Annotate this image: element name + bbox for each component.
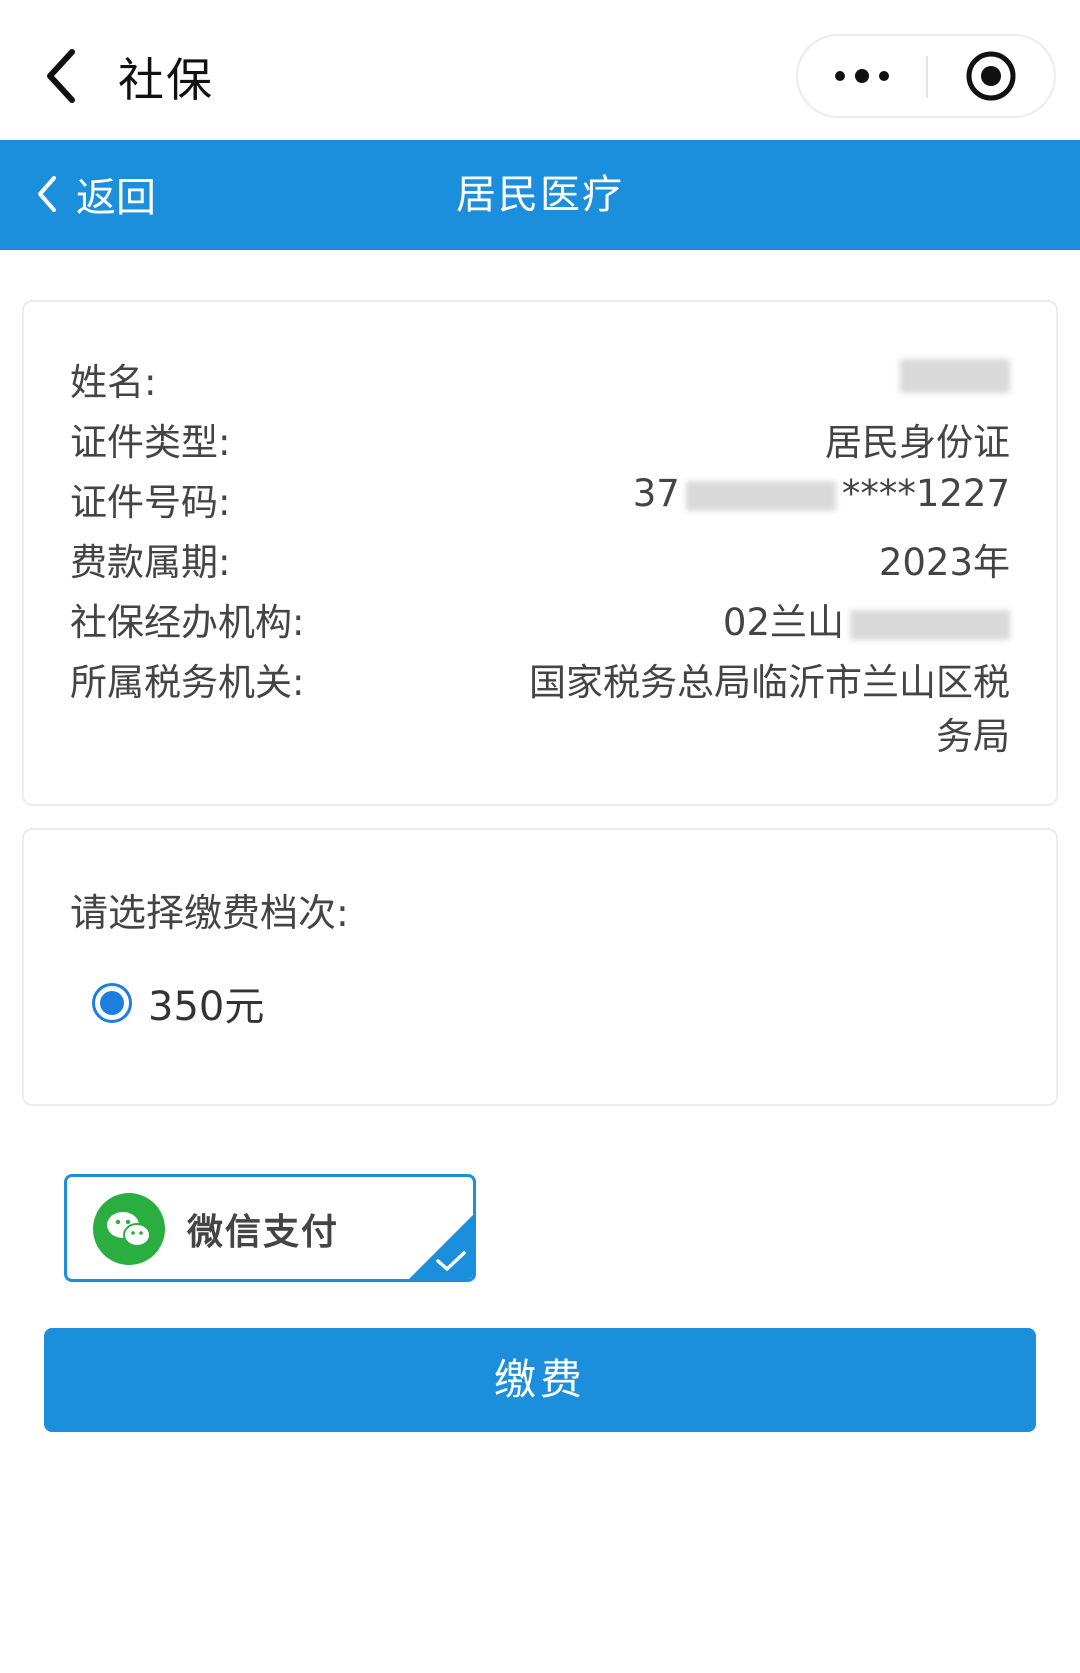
period-label: 费款属期: [70, 541, 231, 584]
id-type-label: 证件类型: [70, 421, 231, 464]
info-row-id-type: 证件类型: 居民身份证 [70, 412, 1010, 466]
back-button[interactable]: 返回 [34, 164, 156, 224]
name-label: 姓名: [70, 361, 157, 404]
chevron-left-icon [38, 176, 56, 212]
pay-method-label: 微信支付 [187, 1212, 340, 1253]
agency-value: 02兰山 [723, 592, 1010, 646]
radio-button[interactable] [92, 983, 132, 1023]
payment-tier-card: 请选择缴费档次: 350元 [22, 828, 1058, 1106]
navbar: 居民医疗 返回 [0, 140, 1080, 250]
info-row-agency: 社保经办机构: 02兰山 [70, 592, 1010, 646]
pay-button[interactable]: 缴费 [44, 1328, 1036, 1432]
page-title: 居民医疗 [456, 172, 624, 218]
tier-option-label: 350元 [148, 984, 265, 1030]
info-row-tax-office: 所属税务机关: 国家税务总局临沂市兰山区税 务局 [70, 652, 1010, 760]
agency-label: 社保经办机构: [70, 601, 305, 644]
capsule-menu [796, 34, 1056, 118]
name-value [900, 352, 1010, 406]
tier-option-350[interactable]: 350元 [92, 974, 264, 1032]
app-title: 社保 [118, 53, 214, 107]
tier-title: 请选择缴费档次: [70, 891, 349, 935]
info-row-name: 姓名: [70, 352, 1010, 406]
mini-program-topbar: 社保 [0, 0, 1080, 140]
wechat-pay-option[interactable]: 微信支付 [64, 1174, 476, 1282]
chevron-left-icon[interactable] [40, 46, 84, 106]
check-icon [436, 1251, 466, 1271]
back-label: 返回 [76, 175, 156, 221]
wechat-icon [93, 1193, 165, 1265]
info-row-id-number: 证件号码: 37 ****1227 [70, 472, 1010, 526]
tax-office-value: 国家税务总局临沂市兰山区税 务局 [529, 661, 1010, 758]
id-number-value: 37 ****1227 [632, 472, 1010, 515]
id-number-label: 证件号码: [70, 481, 231, 524]
radio-selected-dot [100, 991, 124, 1015]
id-type-value: 居民身份证 [825, 421, 1010, 464]
info-row-period: 费款属期: 2023年 [70, 532, 1010, 586]
more-dots-icon[interactable] [798, 36, 926, 116]
period-value: 2023年 [878, 541, 1010, 584]
tax-office-label: 所属税务机关: [70, 661, 305, 704]
target-circle-icon[interactable] [928, 36, 1054, 116]
insured-info-card: 姓名: 证件类型: 居民身份证 证件号码: 37 ****1227 费款属期: 2… [22, 300, 1058, 806]
